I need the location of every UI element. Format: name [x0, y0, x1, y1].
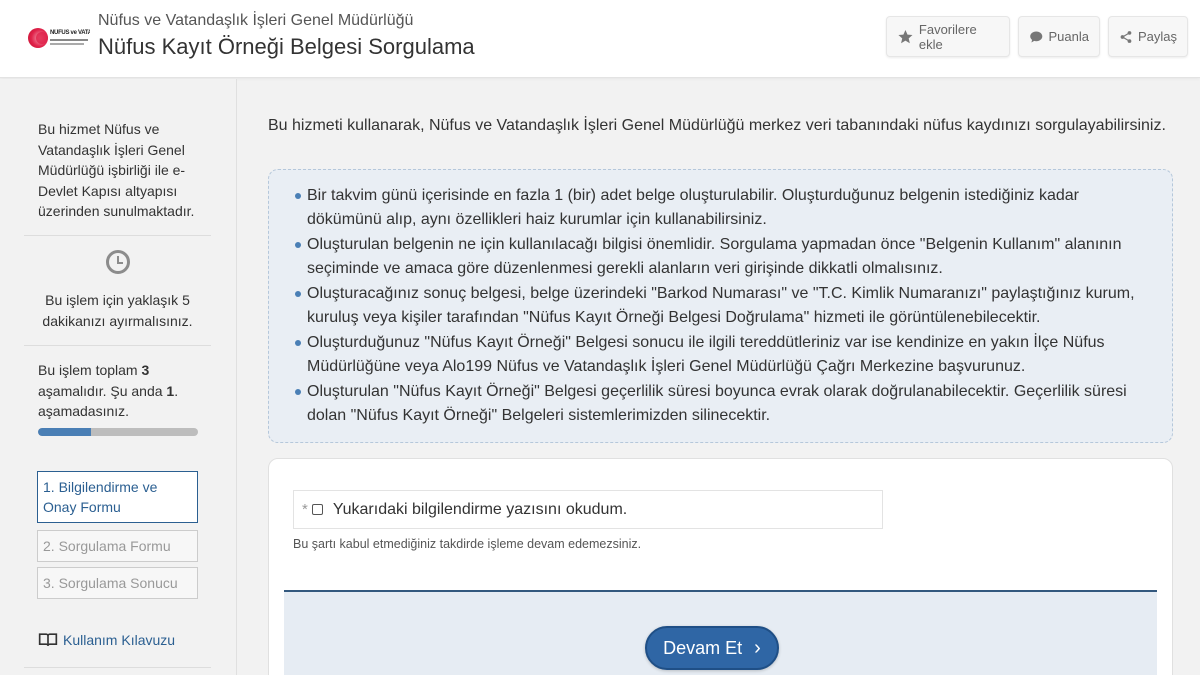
intro-text: Bu hizmeti kullanarak, Nüfus ve Vatandaş… — [268, 117, 1166, 134]
consent-checkbox-label[interactable]: Yukarıdaki bilgilendirme yazısını okudum… — [333, 501, 627, 519]
step-1-info-consent[interactable]: 1. Bilgilendirme ve Onay Formu — [37, 471, 198, 523]
info-box: Bir takvim günü içerisinde en fazla 1 (b… — [268, 169, 1173, 443]
continue-button-label: Devam Et — [663, 637, 743, 658]
share-icon — [1120, 30, 1132, 43]
page-title: Nüfus Kayıt Örneği Belgesi Sorgulama — [98, 34, 475, 59]
consent-checkbox[interactable] — [311, 504, 323, 515]
rate-button-label: Puanla — [1048, 29, 1089, 44]
consent-note: Bu şartı kabul etmediğiniz takdirde işle… — [293, 537, 642, 551]
clock-icon — [106, 250, 130, 274]
required-marker: * — [302, 501, 308, 518]
star-icon — [898, 29, 913, 43]
info-item: Oluşturulan belgenin ne için kullanılaca… — [295, 233, 1142, 280]
divider — [24, 235, 211, 236]
header: NÜFUS ve VATANDAŞLIK Nüfus ve Vatandaşlı… — [0, 0, 1200, 78]
step-2-query-form: 2. Sorgulama Formu — [37, 530, 198, 562]
info-item: Oluşturulan "Nüfus Kayıt Örneği" Belgesi… — [295, 380, 1142, 427]
info-list: Bir takvim günü içerisinde en fazla 1 (b… — [295, 184, 1142, 427]
rate-button[interactable]: Puanla — [1018, 16, 1100, 57]
service-info: Bu hizmet Nüfus ve Vatandaşlık İşleri Ge… — [38, 121, 195, 219]
step-3-query-result: 3. Sorgulama Sonucu — [37, 567, 198, 599]
progress-fill — [38, 428, 92, 436]
info-item: Bir takvim günü içerisinde en fazla 1 (b… — [295, 184, 1142, 231]
chevron-right-icon: › — [754, 636, 761, 659]
continue-button[interactable]: Devam Et › — [645, 626, 779, 670]
time-info: Bu işlem için yaklaşık 5 dakikanızı ayır… — [42, 292, 193, 329]
share-button[interactable]: Paylaş — [1108, 16, 1188, 57]
user-guide-link[interactable]: Kullanım Kılavuzu — [38, 632, 175, 648]
divider — [24, 345, 211, 346]
favorite-button[interactable]: Favorilere ekle — [886, 16, 1010, 57]
speech-bubble-icon — [1030, 31, 1043, 42]
book-icon — [38, 633, 58, 646]
consent-row[interactable]: * Yukarıdaki bilgilendirme yazısını okud… — [293, 490, 883, 529]
user-guide-label: Kullanım Kılavuzu — [63, 632, 176, 648]
info-item: Oluşturduğunuz "Nüfus Kayıt Örneği" Belg… — [295, 331, 1142, 378]
sidebar: Bu hizmet Nüfus ve Vatandaşlık İşleri Ge… — [0, 79, 237, 675]
header-subtitle[interactable]: Nüfus ve Vatandaşlık İşleri Genel Müdürl… — [98, 12, 413, 30]
logo[interactable]: NÜFUS ve VATANDAŞLIK — [28, 27, 90, 49]
share-button-label: Paylaş — [1137, 29, 1177, 44]
favorite-button-label: Favorilere ekle — [918, 21, 977, 52]
stage-progress-bar — [38, 428, 198, 436]
consent-form: * Yukarıdaki bilgilendirme yazısını okud… — [268, 458, 1173, 675]
logo-text: NÜFUS ve VATANDAŞLIK — [50, 30, 90, 36]
stage-total: 3 — [141, 362, 150, 378]
button-area: Devam Et › — [284, 592, 1157, 675]
divider — [24, 667, 211, 668]
stage-info: Bu işlem toplam 3 aşamalıdır. Şu anda 1.… — [38, 362, 179, 419]
info-item: Oluşturacağınız sonuç belgesi, belge üze… — [295, 282, 1142, 329]
